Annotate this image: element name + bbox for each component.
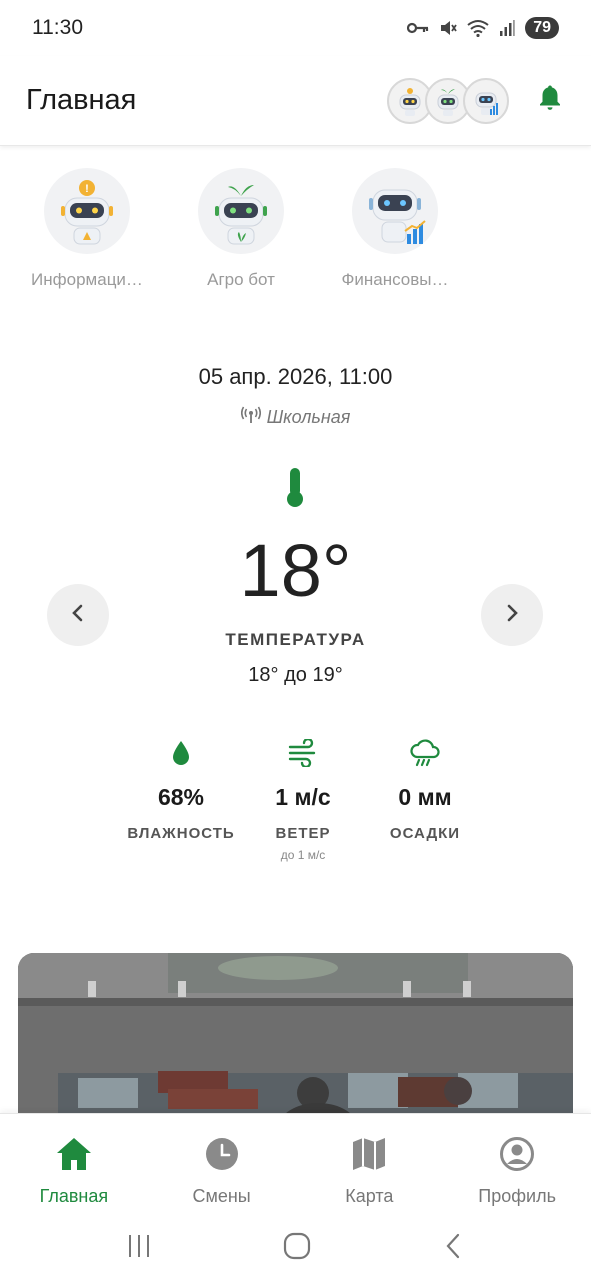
drop-icon	[171, 736, 191, 770]
clock-icon	[205, 1134, 239, 1174]
bot-item-agro[interactable]: Агро бот	[172, 168, 310, 290]
nav-tab-label: Смены	[192, 1186, 251, 1206]
nav-tab-home[interactable]: Главная	[0, 1114, 148, 1216]
antenna-icon	[240, 406, 261, 429]
rain-cloud-icon	[409, 736, 441, 770]
metric-precipitation: 0 мм ОСАДКИ	[364, 736, 486, 862]
page-title: Главная	[26, 84, 137, 116]
weather-station: Школьная	[0, 406, 591, 429]
news-banner-image[interactable]	[18, 953, 573, 1128]
recent-apps-button[interactable]	[125, 1232, 153, 1265]
wifi-icon	[467, 19, 489, 37]
bot-avatar-stack[interactable]	[387, 77, 509, 124]
metric-value: 0 мм	[398, 784, 452, 810]
finance-bot-icon	[352, 168, 438, 254]
mute-icon	[439, 19, 457, 37]
wind-icon	[288, 736, 318, 770]
chevron-right-icon	[504, 603, 520, 628]
nav-tab-label: Профиль	[478, 1186, 556, 1206]
key-icon	[407, 21, 429, 35]
profile-icon	[499, 1134, 535, 1174]
back-button[interactable]	[442, 1232, 466, 1265]
home-button[interactable]	[282, 1231, 312, 1266]
nav-tab-label: Карта	[345, 1186, 394, 1206]
battery-badge: 79	[525, 17, 559, 39]
temperature-label: ТЕМПЕРАТУРА	[225, 630, 366, 649]
weather-datetime: 05 апр. 2026, 11:00	[198, 364, 393, 389]
info-bot-icon: !	[44, 168, 130, 254]
map-icon	[351, 1134, 387, 1174]
metric-label: ВЛАЖНОСТЬ	[127, 825, 235, 842]
chevron-left-icon	[70, 603, 86, 628]
bell-icon[interactable]	[535, 83, 565, 118]
header-actions	[387, 77, 565, 124]
signal-icon	[499, 19, 516, 37]
metric-label: ОСАДКИ	[389, 825, 461, 842]
metric-label: ВЕТЕР	[275, 825, 331, 842]
temperature-range: 18° до 19°	[248, 664, 343, 686]
bottom-nav: Главная Смены Карта Профиль	[0, 1113, 591, 1216]
app-header: Главная	[0, 56, 591, 146]
bot-label: Финансовы…	[341, 270, 449, 289]
home-icon	[55, 1134, 93, 1174]
status-time: 11:30	[32, 16, 83, 39]
weather-metrics: 68% ВЛАЖНОСТЬ 1 м/с ВЕТЕР до 1 м/с 0 мм …	[120, 736, 486, 862]
system-nav-bar	[0, 1216, 591, 1280]
bot-label: Информаци…	[31, 270, 143, 289]
agro-bot-icon	[198, 168, 284, 254]
bots-row: ! Информаци… Агро бот Финансовы…	[18, 168, 464, 290]
nav-tab-map[interactable]: Карта	[296, 1114, 444, 1216]
nav-tab-shifts[interactable]: Смены	[148, 1114, 296, 1216]
nav-tab-profile[interactable]: Профиль	[443, 1114, 591, 1216]
finance-bot-avatar[interactable]	[463, 77, 509, 124]
metric-value: 68%	[157, 784, 205, 810]
bot-item-info[interactable]: ! Информаци…	[18, 168, 156, 290]
metric-sub: до 1 м/с	[280, 848, 326, 862]
svg-text:!: !	[85, 183, 89, 195]
metric-value: 1 м/с	[275, 784, 331, 810]
metric-wind: 1 м/с ВЕТЕР до 1 м/с	[242, 736, 364, 862]
bot-item-finance[interactable]: Финансовы…	[326, 168, 464, 290]
thermometer-icon	[283, 466, 307, 513]
bot-label: Агро бот	[207, 270, 275, 289]
status-bar: 11:30 79	[0, 0, 591, 56]
station-name: Школьная	[266, 407, 351, 427]
status-icons: 79	[407, 17, 559, 39]
metric-humidity: 68% ВЛАЖНОСТЬ	[120, 736, 242, 862]
nav-tab-label: Главная	[39, 1186, 109, 1206]
